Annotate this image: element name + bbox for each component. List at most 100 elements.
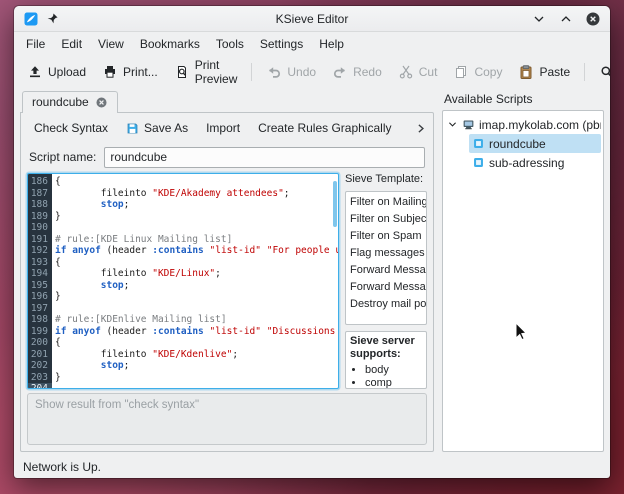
menu-bookmarks[interactable]: Bookmarks — [132, 34, 208, 54]
code-line: if anyof (header :contains "list-id" "Di… — [55, 326, 338, 338]
window-title: KSieve Editor — [14, 12, 610, 26]
sieve-template-label: Sieve Template: — [345, 173, 427, 189]
redo-icon — [332, 64, 348, 80]
code-line — [55, 303, 338, 315]
minimize-button[interactable] — [531, 11, 547, 27]
window-titlebar[interactable]: KSieve Editor — [14, 6, 610, 32]
sieve-template-list: Filter on MailinglistFilter on SubjectFi… — [345, 191, 427, 325]
toolbar-button-label: Paste — [539, 65, 570, 79]
template-item-filter-on-spam[interactable]: Filter on Spam — [346, 228, 426, 245]
server-label: imap.mykolab.com (pbro... — [479, 118, 601, 132]
sieve-code-editor[interactable]: 1861871881891901911921931941951961971981… — [27, 173, 339, 389]
script-toolbar-button-check-syntax[interactable]: Check Syntax — [27, 117, 115, 139]
toolbar-button-find[interactable]: Find... — [592, 60, 610, 84]
script-name-input[interactable] — [104, 147, 425, 168]
line-number: 201 — [28, 349, 52, 361]
toolbar-button-label: Redo — [353, 65, 382, 79]
menu-tools[interactable]: Tools — [208, 34, 252, 54]
code-line: } — [55, 211, 338, 223]
line-number: 199 — [28, 326, 52, 338]
tab-roundcube[interactable]: roundcube — [22, 91, 118, 113]
upload-icon — [27, 64, 43, 80]
code-line: stop; — [55, 199, 338, 211]
line-number: 193 — [28, 257, 52, 269]
template-item-filter-on-subject[interactable]: Filter on Subject — [346, 211, 426, 228]
app-icon[interactable] — [23, 11, 39, 27]
menubar: FileEditViewBookmarksToolsSettingsHelp — [14, 32, 610, 56]
code-line: fileinto "KDE/Linux"; — [55, 268, 338, 280]
toolbar-separator — [584, 63, 585, 81]
toolbar-button-copy[interactable]: Copy — [446, 60, 509, 84]
code-line: # rule:[KDEnlive Mailing list] — [55, 314, 338, 326]
capability-list: bodycomp — [365, 364, 422, 389]
template-item-destroy-mail-posted-by[interactable]: Destroy mail posted by — [346, 296, 426, 313]
menu-view[interactable]: View — [90, 34, 132, 54]
code-line — [55, 383, 338, 388]
undo-icon — [266, 64, 282, 80]
available-scripts-header: Available Scripts — [442, 90, 604, 110]
desktop: KSieve Editor FileEditViewBookmarksTools… — [0, 0, 624, 494]
toolbar-separator — [251, 63, 252, 81]
menu-file[interactable]: File — [18, 34, 53, 54]
maximize-button[interactable] — [558, 11, 574, 27]
code-line: if anyof (header :contains "list-id" "Fo… — [55, 245, 338, 257]
mouse-cursor — [515, 322, 528, 344]
line-number: 194 — [28, 268, 52, 280]
template-item-forward-message[interactable]: Forward Message — [346, 262, 426, 279]
toolbar-button-label: Upload — [48, 65, 86, 79]
paste-icon — [518, 64, 534, 80]
script-toolbar-button-import[interactable]: Import — [199, 117, 247, 139]
code-area[interactable]: { fileinto "KDE/Akademy attendees"; stop… — [52, 174, 338, 388]
available-scripts-tree: imap.mykolab.com (pbro... roundcubesub-ad… — [442, 110, 604, 452]
script-toolbar-button-save-as[interactable]: Save As — [119, 117, 195, 139]
statusbar: Network is Up. — [14, 456, 610, 478]
print-preview-icon — [174, 64, 190, 80]
toolbar-button-label: Copy — [474, 65, 502, 79]
template-item-filter-on-mailinglist[interactable]: Filter on Mailinglist — [346, 194, 426, 211]
close-button[interactable] — [585, 11, 601, 27]
line-number: 187 — [28, 188, 52, 200]
menu-edit[interactable]: Edit — [53, 34, 90, 54]
tabbar: roundcube — [20, 90, 434, 112]
menu-help[interactable]: Help — [311, 34, 352, 54]
line-number: 195 — [28, 280, 52, 292]
template-item-forward-message[interactable]: Forward Message — [346, 279, 426, 296]
editor-scrollbar[interactable] — [333, 181, 337, 227]
toolbar-button-paste[interactable]: Paste — [511, 60, 577, 84]
tab-close-icon[interactable] — [95, 96, 108, 109]
toolbar-overflow-button[interactable] — [414, 122, 427, 135]
template-item-flag-messages[interactable]: Flag messages — [346, 245, 426, 262]
network-status: Network is Up. — [23, 460, 101, 474]
toolbar-button-label: Cut — [419, 65, 438, 79]
toolbar-button-upload[interactable]: Upload — [20, 60, 93, 84]
script-name-label: Script name: — [29, 150, 96, 164]
check-syntax-result: Show result from "check syntax" — [27, 393, 427, 445]
tree-item-roundcube[interactable]: roundcube — [469, 134, 601, 153]
cut-icon — [398, 64, 414, 80]
ksieve-editor-window: KSieve Editor FileEditViewBookmarksTools… — [14, 6, 610, 478]
code-line: { — [55, 337, 338, 349]
toolbar-button-redo[interactable]: Redo — [325, 60, 389, 84]
expander-icon[interactable] — [447, 119, 458, 130]
script-toolbar-button-label: Save As — [144, 121, 188, 135]
line-number: 190 — [28, 222, 52, 234]
code-line: stop; — [55, 360, 338, 372]
toolbar-button-print-preview[interactable]: Print Preview — [167, 54, 245, 90]
toolbar-button-label: Undo — [287, 65, 316, 79]
menu-settings[interactable]: Settings — [252, 34, 311, 54]
code-line: { — [55, 257, 338, 269]
code-line: } — [55, 372, 338, 384]
toolbar-button-cut[interactable]: Cut — [391, 60, 445, 84]
line-number: 202 — [28, 360, 52, 372]
tree-item-sub-adressing[interactable]: sub-adressing — [469, 153, 601, 172]
toolbar-button-label: Print Preview — [195, 58, 238, 86]
script-toolbar-button-create-rules-graphically[interactable]: Create Rules Graphically — [251, 117, 398, 139]
toolbar-button-undo[interactable]: Undo — [259, 60, 323, 84]
line-number: 196 — [28, 291, 52, 303]
toolbar-button-print[interactable]: Print... — [95, 60, 165, 84]
tree-item-server[interactable]: imap.mykolab.com (pbro... — [445, 115, 601, 134]
line-number: 192 — [28, 245, 52, 257]
code-line: } — [55, 291, 338, 303]
pin-icon[interactable] — [46, 12, 59, 25]
editor-frame: Check Syntax Save As ImportCreate Rules Gr… — [20, 112, 434, 452]
